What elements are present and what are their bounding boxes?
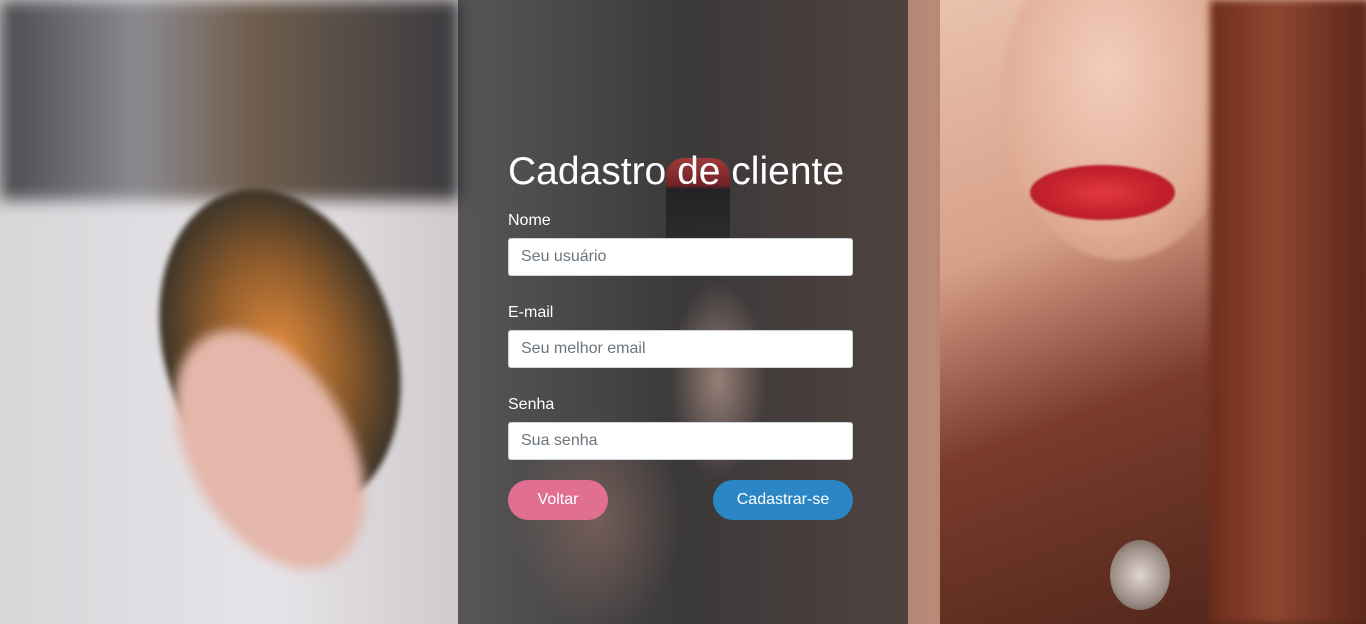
form-panel: Cadastro de cliente Nome E-mail Senha Vo… [458, 0, 908, 624]
email-input[interactable] [508, 330, 853, 368]
password-input[interactable] [508, 422, 853, 460]
name-label: Nome [508, 212, 551, 229]
name-input[interactable] [508, 238, 853, 276]
background-blur-top [0, 0, 460, 200]
register-form: Cadastro de cliente Nome E-mail Senha Vo… [508, 148, 853, 520]
register-button[interactable]: Cadastrar-se [713, 480, 853, 520]
form-actions: Voltar Cadastrar-se [508, 480, 853, 520]
background-lips [1030, 165, 1175, 220]
email-label: E-mail [508, 304, 554, 321]
back-button[interactable]: Voltar [508, 480, 608, 520]
page-title: Cadastro de cliente [508, 150, 845, 193]
password-label: Senha [508, 396, 555, 413]
background-hair [1210, 0, 1366, 624]
background-pendant [1110, 540, 1170, 610]
